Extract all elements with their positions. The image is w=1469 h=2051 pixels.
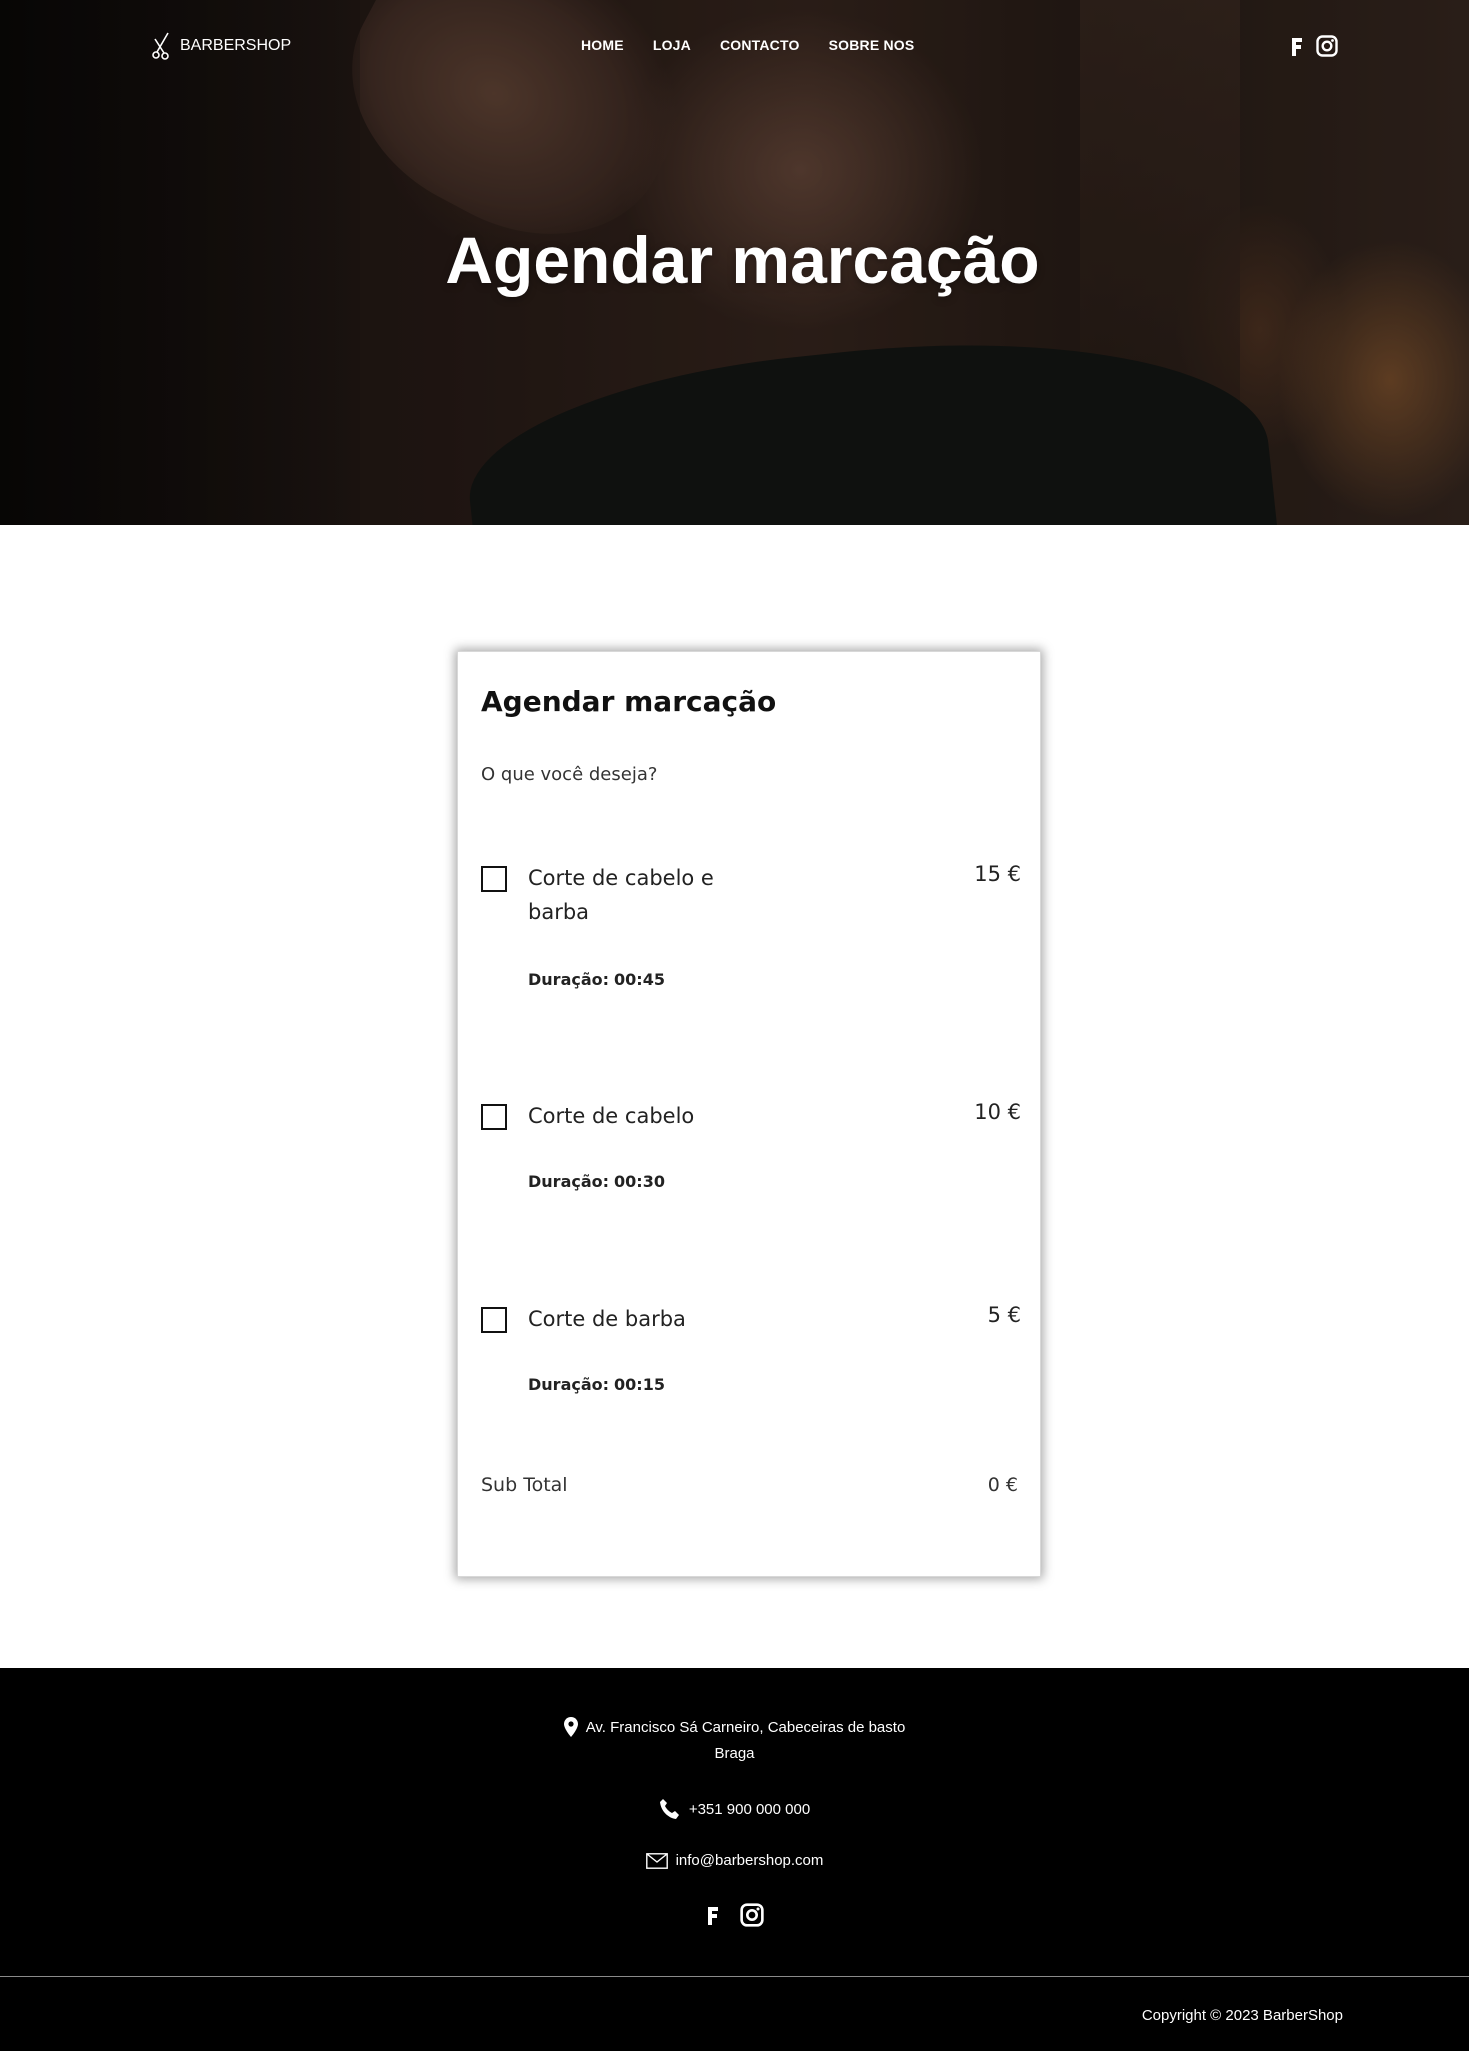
- scissors-icon: [152, 32, 169, 60]
- nav-contacto[interactable]: CONTACTO: [720, 37, 800, 53]
- main-menu: HOME LOJA CONTACTO SOBRE NOS: [581, 37, 914, 53]
- duration-label: Duração:: [528, 970, 610, 989]
- service-duration: Duração: 00:30: [528, 1172, 665, 1191]
- phone-icon: [659, 1799, 679, 1819]
- service-duration: Duração: 00:45: [528, 970, 665, 989]
- nav-loja[interactable]: LOJA: [653, 37, 691, 53]
- footer-phone: +351 900 000 000: [0, 1798, 1469, 1820]
- facebook-icon[interactable]: [1290, 36, 1304, 56]
- email-address[interactable]: info@barbershop.com: [676, 1852, 824, 1869]
- address-line2: Braga: [714, 1745, 755, 1762]
- service-duration: Duração: 00:15: [528, 1375, 665, 1394]
- logo[interactable]: BARBERSHOP: [150, 31, 291, 61]
- footer: Av. Francisco Sá Carneiro, Cabeceiras de…: [0, 1668, 1469, 2051]
- service-name: Corte de barba: [528, 1307, 686, 1331]
- service-price: 5 €: [987, 1303, 1021, 1327]
- duration-label: Duração:: [528, 1375, 610, 1394]
- hero-banner: BARBERSHOP HOME LOJA CONTACTO SOBRE NOS …: [0, 0, 1469, 525]
- footer-social-links: [0, 1903, 1469, 1927]
- facebook-icon[interactable]: [706, 1904, 720, 1926]
- subtotal-value: 0 €: [987, 1474, 1018, 1496]
- address-line1: Av. Francisco Sá Carneiro, Cabeceiras de…: [585, 1718, 906, 1736]
- duration-value: 00:15: [614, 1375, 665, 1394]
- footer-address: Av. Francisco Sá Carneiro, Cabeceiras de…: [0, 1717, 1469, 1737]
- service-checkbox[interactable]: [481, 1104, 507, 1130]
- subtotal-label: Sub Total: [481, 1474, 568, 1496]
- booking-question: O que você deseja?: [481, 764, 658, 785]
- instagram-icon[interactable]: [739, 1903, 764, 1927]
- footer-email: info@barbershop.com: [0, 1852, 1469, 1869]
- location-pin-icon: [563, 1717, 578, 1737]
- service-name: Corte de cabelo e barba: [528, 866, 714, 924]
- footer-divider: [0, 1976, 1469, 1977]
- duration-label: Duração:: [528, 1172, 610, 1191]
- service-name: Corte de cabelo: [528, 1104, 695, 1128]
- hero-title: Agendar marcação: [445, 223, 1040, 297]
- nav-home[interactable]: HOME: [581, 37, 624, 53]
- envelope-icon: [645, 1852, 668, 1869]
- top-navigation: BARBERSHOP HOME LOJA CONTACTO SOBRE NOS: [0, 0, 1469, 94]
- phone-number[interactable]: +351 900 000 000: [689, 1801, 810, 1818]
- copyright: Copyright © 2023 BarberShop: [1141, 2007, 1343, 2024]
- booking-title: Agendar marcação: [481, 685, 777, 718]
- footer-city: Braga: [0, 1745, 1469, 1762]
- duration-value: 00:45: [614, 970, 665, 989]
- duration-value: 00:30: [614, 1172, 665, 1191]
- header-social-links: [1290, 35, 1338, 57]
- instagram-icon[interactable]: [1316, 35, 1338, 57]
- service-checkbox[interactable]: [481, 1307, 507, 1333]
- service-checkbox[interactable]: [481, 866, 507, 892]
- service-price: 15 €: [974, 862, 1021, 886]
- logo-text: BARBERSHOP: [180, 37, 292, 54]
- nav-sobre-nos[interactable]: SOBRE NOS: [829, 37, 915, 53]
- booking-card: Agendar marcação O que você deseja? Cort…: [457, 651, 1041, 1577]
- service-price: 10 €: [974, 1100, 1021, 1124]
